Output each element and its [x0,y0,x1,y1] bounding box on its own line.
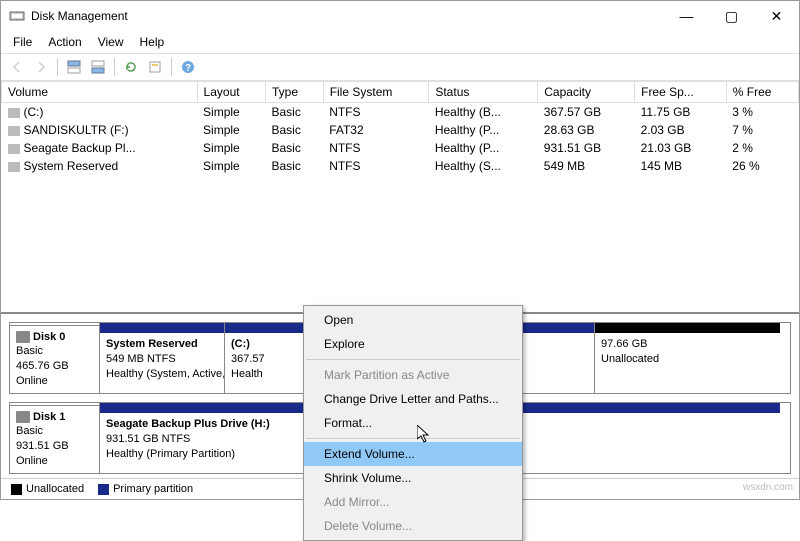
col-pct[interactable]: % Free [726,82,798,103]
table-row[interactable]: (C:)SimpleBasicNTFSHealthy (B...367.57 G… [2,103,799,122]
layout-bottom-button[interactable] [88,57,108,77]
ctx-shrink-volume[interactable]: Shrink Volume... [304,466,522,490]
ctx-mark-active: Mark Partition as Active [304,363,522,387]
col-status[interactable]: Status [429,82,538,103]
menu-view[interactable]: View [92,33,130,51]
ctx-extend-volume[interactable]: Extend Volume... [304,442,522,466]
window-title: Disk Management [31,9,664,23]
menu-file[interactable]: File [7,33,38,51]
table-row[interactable]: SANDISKULTR (F:)SimpleBasicFAT32Healthy … [2,121,799,139]
properties-button[interactable] [145,57,165,77]
context-menu[interactable]: Open Explore Mark Partition as Active Ch… [303,305,523,541]
disk-icon [16,331,30,343]
ctx-change-drive-letter[interactable]: Change Drive Letter and Paths... [304,387,522,411]
volume-icon [8,126,20,136]
ctx-explore[interactable]: Explore [304,332,522,356]
col-volume[interactable]: Volume [2,82,198,103]
partition[interactable]: System Reserved549 MB NTFSHealthy (Syste… [100,323,225,393]
disk-icon [16,411,30,423]
col-free[interactable]: Free Sp... [635,82,727,103]
toolbar: ? [1,54,799,81]
titlebar: Disk Management — ▢ ✕ [1,1,799,31]
maximize-button[interactable]: ▢ [709,1,754,31]
minimize-button[interactable]: — [664,1,709,31]
ctx-add-mirror: Add Mirror... [304,490,522,514]
col-type[interactable]: Type [265,82,323,103]
app-icon [9,8,25,24]
volume-list[interactable]: Volume Layout Type File System Status Ca… [1,81,799,314]
ctx-delete-volume: Delete Volume... [304,514,522,538]
help-button[interactable]: ? [178,57,198,77]
menu-help[interactable]: Help [134,33,171,51]
watermark: wsxdn.com [743,482,793,493]
legend-unallocated: Unallocated [26,483,84,495]
legend-primary: Primary partition [113,483,193,495]
table-row[interactable]: System ReservedSimpleBasicNTFSHealthy (S… [2,157,799,175]
col-fs[interactable]: File System [323,82,429,103]
volume-icon [8,162,20,172]
volume-icon [8,144,20,154]
close-button[interactable]: ✕ [754,1,799,31]
layout-top-button[interactable] [64,57,84,77]
ctx-open[interactable]: Open [304,308,522,332]
partition[interactable]: 97.66 GBUnallocated [595,323,780,393]
col-layout[interactable]: Layout [197,82,265,103]
forward-button [31,57,51,77]
menubar: File Action View Help [1,31,799,54]
col-capacity[interactable]: Capacity [538,82,635,103]
volume-icon [8,108,20,118]
refresh-button[interactable] [121,57,141,77]
table-row[interactable]: Seagate Backup Pl...SimpleBasicNTFSHealt… [2,139,799,157]
ctx-format[interactable]: Format... [304,411,522,435]
svg-text:?: ? [185,63,191,74]
menu-action[interactable]: Action [42,33,87,51]
back-button [7,57,27,77]
